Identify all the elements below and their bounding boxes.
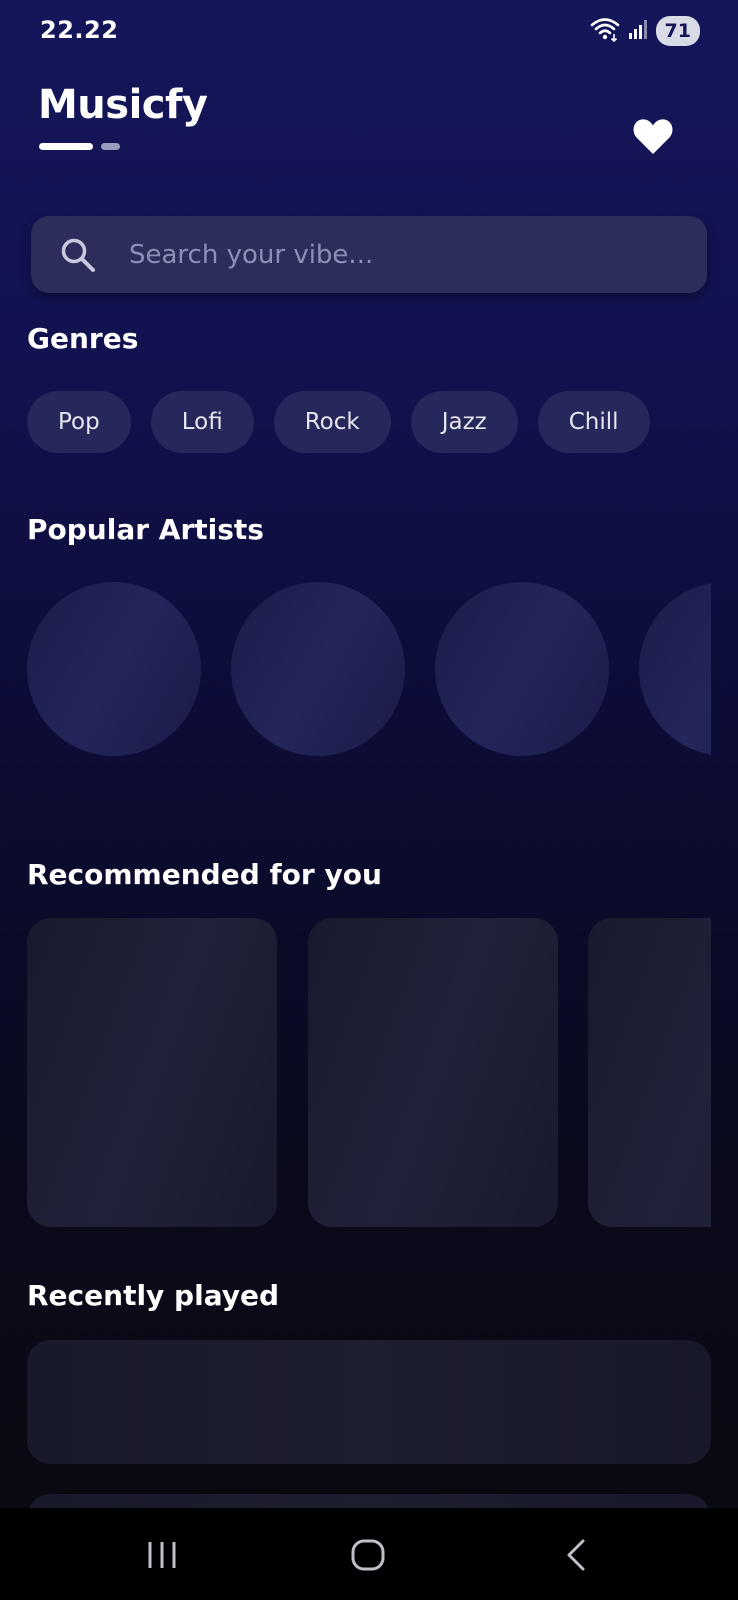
artist-avatar-placeholder[interactable] [27,582,201,756]
page-indicator [39,143,120,150]
page-indicator-active [39,143,93,150]
system-nav-bar [0,1508,738,1600]
status-time: 22.22 [40,16,119,44]
home-button[interactable] [338,1530,398,1580]
artist-avatar-placeholder[interactable] [231,582,405,756]
app-title: Musicfy [38,82,208,128]
genre-list: Pop Lofi Rock Jazz Chill [27,391,650,453]
app-header: Musicfy [38,82,208,150]
search-input[interactable] [129,216,689,293]
signal-icon [628,18,648,44]
recommended-card-placeholder[interactable] [27,918,277,1227]
recommended-card-placeholder[interactable] [588,918,711,1227]
popular-artists-title: Popular Artists [27,513,264,546]
popular-artists-list [27,582,711,756]
recent-item-placeholder[interactable] [27,1340,711,1464]
status-bar: 22.22 71 [0,0,738,60]
back-button[interactable] [546,1530,606,1580]
battery-icon: 71 [655,16,700,46]
search-bar[interactable] [31,216,707,293]
recently-played-title: Recently played [27,1279,280,1312]
home-icon [351,1539,385,1571]
back-icon [567,1539,585,1571]
genre-chip-lofi[interactable]: Lofi [150,391,254,453]
page-indicator-inactive [101,143,120,150]
recent-apps-button[interactable] [132,1530,192,1580]
recommended-card-placeholder[interactable] [308,918,558,1227]
recommended-list [27,918,711,1227]
search-icon [61,238,95,272]
status-icons: 71 [590,16,700,46]
artist-avatar-placeholder[interactable] [639,582,711,756]
favorites-button[interactable] [632,116,674,156]
genre-chip-rock[interactable]: Rock [273,391,391,453]
heart-icon [633,119,673,154]
genres-title: Genres [27,322,139,355]
recommended-title: Recommended for you [27,858,382,891]
artist-avatar-placeholder[interactable] [435,582,609,756]
recent-apps-icon [148,1542,176,1568]
genre-chip-jazz[interactable]: Jazz [410,391,518,453]
genre-chip-chill[interactable]: Chill [537,391,650,453]
wifi-icon [590,16,620,46]
genre-chip-pop[interactable]: Pop [27,391,131,453]
